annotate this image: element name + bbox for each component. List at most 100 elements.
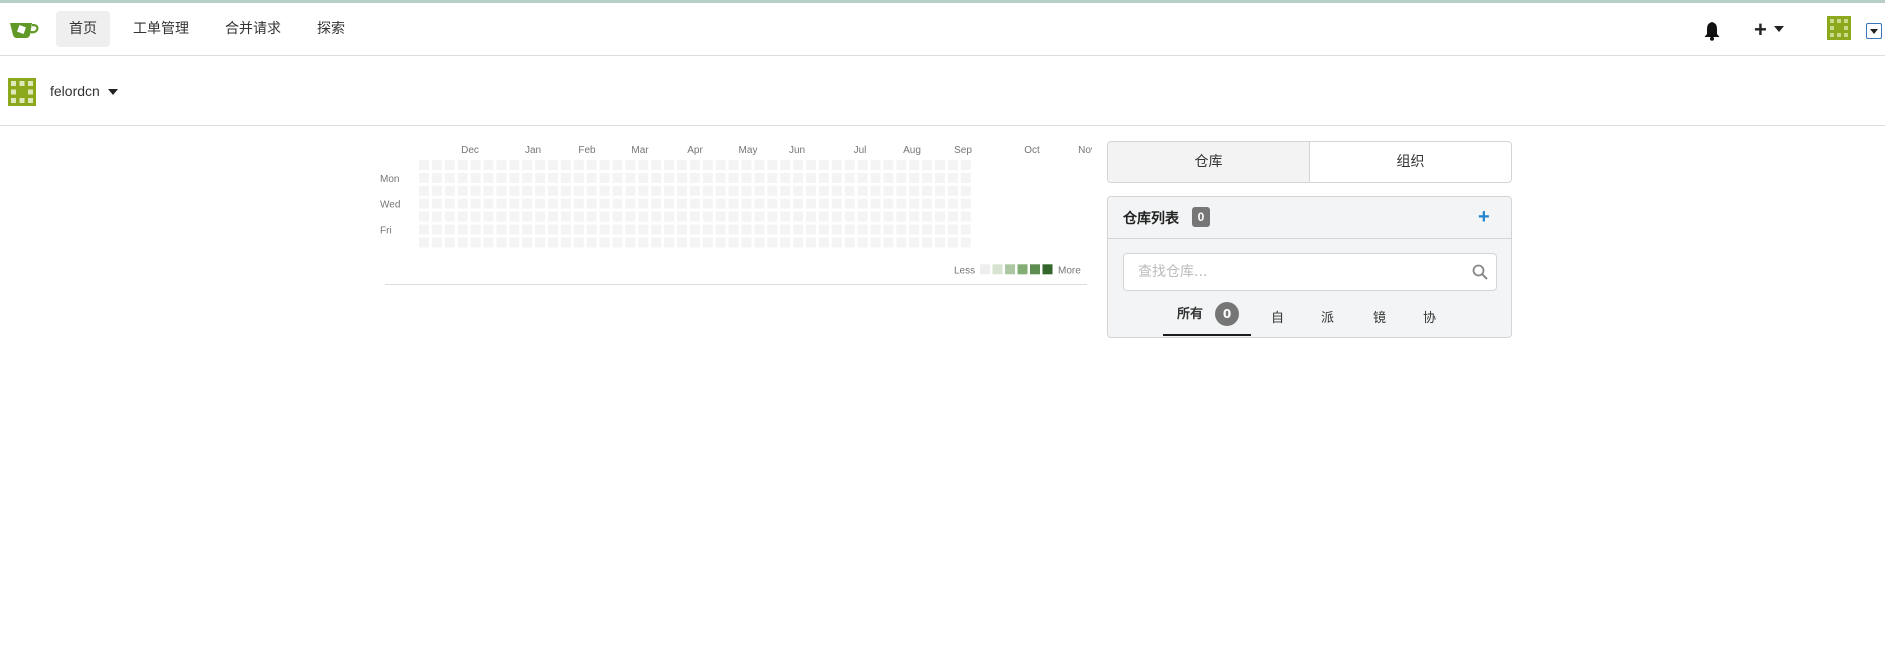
heatmap-day-label: Fri bbox=[380, 226, 392, 237]
heatmap-day-cell bbox=[728, 160, 739, 170]
filter-all[interactable]: 所有 0 bbox=[1163, 300, 1251, 336]
heatmap-day-cell bbox=[638, 224, 649, 235]
user-avatar[interactable] bbox=[1827, 16, 1851, 40]
heatmap-day-cell bbox=[651, 185, 662, 196]
heatmap-day-cell bbox=[689, 160, 700, 170]
heatmap-day-cell bbox=[947, 160, 958, 170]
bell-icon[interactable] bbox=[1703, 21, 1721, 41]
heatmap-day-cell bbox=[419, 160, 429, 170]
heatmap-day-cell bbox=[522, 237, 533, 248]
heatmap-day-cell bbox=[689, 172, 700, 183]
heatmap-day-cell bbox=[573, 185, 584, 196]
heatmap-day-cell bbox=[483, 198, 494, 209]
heatmap-day-cell bbox=[509, 224, 520, 235]
heatmap-day-cell bbox=[612, 198, 623, 209]
nav-pull-requests[interactable]: 合并请求 bbox=[212, 11, 294, 47]
heatmap-legend-swatch bbox=[1030, 264, 1040, 275]
heatmap-day-cell bbox=[470, 172, 481, 183]
tab-repositories[interactable]: 仓库 bbox=[1108, 142, 1310, 182]
context-avatar[interactable] bbox=[8, 78, 36, 106]
heatmap-day-cell bbox=[509, 198, 520, 209]
add-repo-plus-icon[interactable]: + bbox=[1478, 207, 1490, 227]
heatmap-day-cell bbox=[715, 224, 726, 235]
heatmap-day-cell bbox=[870, 160, 881, 170]
context-caret-icon[interactable] bbox=[108, 89, 118, 95]
heatmap-day-cell bbox=[715, 160, 726, 170]
search-icon[interactable] bbox=[1472, 264, 1488, 280]
heatmap-day-cell bbox=[896, 172, 907, 183]
heatmap-day-cell bbox=[922, 160, 933, 170]
heatmap-day-cell bbox=[702, 224, 713, 235]
heatmap-day-cell bbox=[599, 211, 610, 222]
heatmap-day-cell bbox=[741, 198, 752, 209]
heatmap-day-cell bbox=[496, 237, 507, 248]
heatmap-day-cell bbox=[419, 172, 429, 183]
heatmap-day-cell bbox=[548, 172, 558, 183]
heatmap-day-cell bbox=[612, 172, 623, 183]
create-plus-icon[interactable]: + bbox=[1754, 19, 1767, 41]
heatmap-day-cell bbox=[767, 160, 778, 170]
heatmap-day-cell bbox=[702, 237, 713, 248]
nav-home[interactable]: 首页 bbox=[56, 11, 110, 47]
heatmap-day-cell bbox=[509, 160, 520, 170]
heatmap-day-cell bbox=[922, 172, 933, 183]
gitea-logo-icon[interactable] bbox=[8, 17, 40, 41]
heatmap-day-cell bbox=[638, 198, 649, 209]
heatmap-day-cell bbox=[767, 198, 778, 209]
repo-list-title: 仓库列表 bbox=[1123, 211, 1179, 227]
heatmap-day-cell bbox=[483, 160, 494, 170]
heatmap-day-cell bbox=[496, 185, 507, 196]
heatmap-day-cell bbox=[457, 211, 468, 222]
context-username[interactable]: felordcn bbox=[50, 83, 100, 99]
heatmap-legend-swatch bbox=[1005, 264, 1015, 275]
heatmap-day-cell bbox=[883, 185, 894, 196]
filter-mirrors[interactable]: 镜像 bbox=[1373, 304, 1386, 337]
heatmap-day-cell bbox=[470, 185, 481, 196]
create-menu-caret-icon[interactable] bbox=[1774, 26, 1784, 32]
top-navbar: 首页 工单管理 合并请求 探索 + bbox=[0, 3, 1885, 56]
heatmap-day-cell bbox=[818, 185, 829, 196]
heatmap-day-cell bbox=[728, 172, 739, 183]
heatmap-day-cell bbox=[857, 185, 868, 196]
heatmap-day-cell bbox=[689, 198, 700, 209]
heatmap-day-cell bbox=[818, 160, 829, 170]
heatmap-day-cell bbox=[573, 211, 584, 222]
heatmap-day-cell bbox=[522, 224, 533, 235]
heatmap-day-cell bbox=[806, 211, 816, 222]
tab-organizations[interactable]: 组织 bbox=[1310, 142, 1511, 182]
heatmap-day-cell bbox=[431, 211, 442, 222]
heatmap-day-cell bbox=[960, 160, 971, 170]
heatmap-day-cell bbox=[806, 224, 816, 235]
heatmap-day-cell bbox=[922, 198, 933, 209]
heatmap-day-cell bbox=[548, 185, 558, 196]
heatmap-day-cell bbox=[444, 198, 455, 209]
filter-collaborative[interactable]: 协作 bbox=[1423, 304, 1436, 337]
filter-sources[interactable]: 自建 bbox=[1271, 304, 1284, 337]
filter-forks[interactable]: 派生 bbox=[1321, 304, 1334, 337]
heatmap-day-cell bbox=[754, 185, 765, 196]
heatmap-day-cell bbox=[947, 198, 958, 209]
repo-search-input[interactable] bbox=[1124, 254, 1454, 290]
heatmap-day-cell bbox=[844, 224, 855, 235]
user-menu-dropdown-icon[interactable] bbox=[1866, 23, 1882, 39]
heatmap-day-cell bbox=[960, 224, 971, 235]
heatmap-day-cell bbox=[625, 160, 636, 170]
heatmap-day-cell bbox=[857, 224, 868, 235]
heatmap-day-cell bbox=[431, 198, 442, 209]
heatmap-day-cell bbox=[535, 160, 546, 170]
heatmap-day-cell bbox=[664, 224, 675, 235]
heatmap-day-cell bbox=[522, 172, 533, 183]
heatmap-day-cell bbox=[831, 185, 842, 196]
heatmap-day-cell bbox=[664, 211, 675, 222]
nav-explore[interactable]: 探索 bbox=[304, 11, 358, 47]
heatmap-legend-swatch bbox=[1042, 264, 1053, 275]
heatmap-day-cell bbox=[535, 224, 546, 235]
heatmap-day-cell bbox=[935, 198, 945, 209]
heatmap-day-cell bbox=[625, 185, 636, 196]
nav-issues[interactable]: 工单管理 bbox=[120, 11, 202, 47]
heatmap-day-cell bbox=[935, 237, 945, 248]
heatmap-day-cell bbox=[754, 224, 765, 235]
heatmap-day-cell bbox=[947, 237, 958, 248]
heatmap-day-cell bbox=[909, 211, 920, 222]
heatmap-day-cell bbox=[844, 160, 855, 170]
